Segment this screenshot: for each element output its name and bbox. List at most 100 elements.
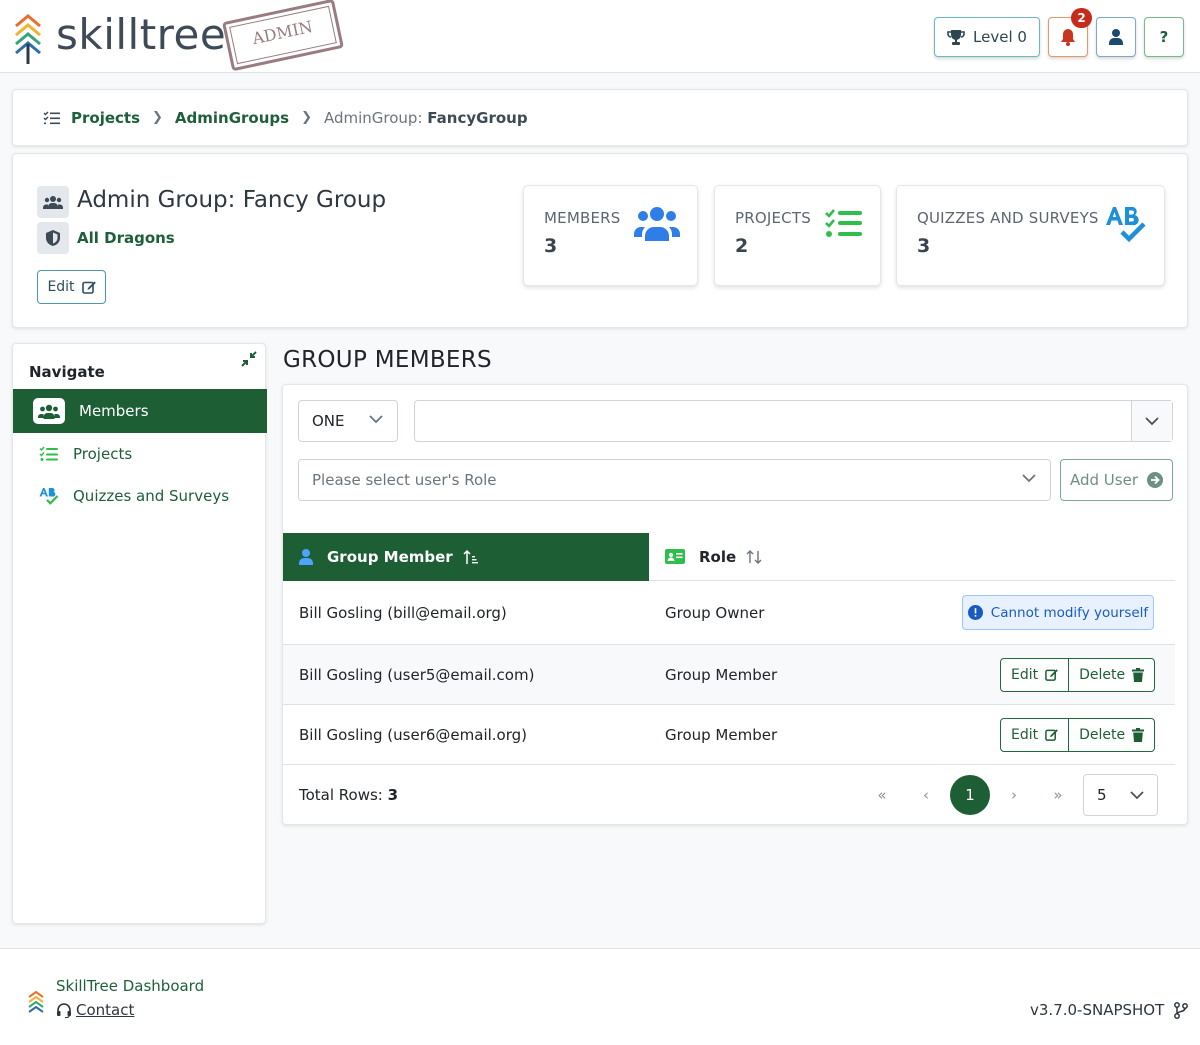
member-role: Group Owner: [665, 603, 765, 622]
mode-select[interactable]: ONE: [298, 400, 398, 442]
column-header-role[interactable]: Role: [649, 533, 1175, 581]
breadcrumb-current-prefix: AdminGroup:: [323, 108, 423, 127]
version-info: v3.7.0-SNAPSHOT: [1030, 1001, 1189, 1019]
edit-label: Edit: [1011, 666, 1039, 683]
role-select-placeholder: Please select user's Role: [312, 471, 497, 489]
page-footer: SkillTree Dashboard Contact v3.7.0-SNAPS…: [0, 948, 1200, 1045]
delete-member-button[interactable]: Delete: [1068, 658, 1154, 691]
total-rows: Total Rows: 3: [299, 786, 398, 804]
nav-title: Navigate: [29, 363, 105, 381]
collapse-icon[interactable]: [241, 351, 257, 367]
edit-icon: [1045, 669, 1058, 681]
member-name: Bill Gosling (bill@email.org): [299, 603, 507, 622]
page-size-select[interactable]: 5: [1083, 774, 1158, 816]
nav-item-quizzes[interactable]: Quizzes and Surveys: [13, 474, 267, 518]
list-check-icon: [43, 111, 60, 124]
chevron-down-icon: [1145, 416, 1159, 425]
nav-item-quizzes-label: Quizzes and Surveys: [73, 487, 230, 505]
footer-dashboard-link[interactable]: SkillTree Dashboard: [56, 977, 204, 995]
group-title: Admin Group: Fancy Group: [77, 187, 387, 213]
brand-name: skilltree: [56, 10, 227, 59]
next-page-icon[interactable]: ›: [994, 775, 1034, 815]
table-footer: Total Rows: 3 « ‹ 1 › » 5: [283, 765, 1175, 825]
skilltree-logo: [28, 991, 44, 1013]
edit-label: Edit: [1011, 726, 1039, 743]
edit-group-button[interactable]: Edit: [37, 270, 106, 304]
table-row: Bill Gosling (user6@email.org) Group Mem…: [283, 705, 1175, 765]
user-icon: [299, 549, 313, 565]
users-icon: [33, 398, 65, 424]
breadcrumb-current-name: FancyGroup: [427, 108, 528, 127]
total-rows-value: 3: [387, 786, 399, 804]
nav-item-members[interactable]: Members: [13, 389, 267, 433]
skilltree-logo[interactable]: [14, 14, 42, 64]
breadcrumb-admin-groups[interactable]: AdminGroups: [175, 109, 289, 127]
code-branch-icon: [1174, 1001, 1189, 1019]
breadcrumb: Projects ❯ AdminGroups ❯ AdminGroup: Fan…: [12, 89, 1188, 146]
stat-members-value: 3: [544, 235, 558, 257]
user-search-dropdown-toggle[interactable]: [1131, 401, 1172, 441]
stat-members-label: MEMBERS: [544, 209, 621, 227]
delete-label: Delete: [1079, 666, 1126, 683]
chevron-down-icon: [1130, 791, 1144, 800]
stat-projects-value: 2: [735, 235, 749, 257]
shield-icon: [37, 222, 69, 254]
level-label: Level 0: [973, 28, 1027, 46]
edit-icon: [1045, 729, 1058, 741]
group-members-card: ONE Please select user's Role Add User G…: [282, 384, 1188, 825]
table-row: Bill Gosling (bill@email.org) Group Owne…: [283, 581, 1175, 645]
section-title: GROUP MEMBERS: [283, 347, 492, 373]
last-page-icon[interactable]: »: [1038, 775, 1078, 815]
user-search-input[interactable]: [414, 400, 1173, 442]
role-select[interactable]: Please select user's Role: [298, 459, 1051, 501]
page-number-button[interactable]: 1: [950, 775, 990, 815]
group-subtitle: All Dragons: [77, 229, 175, 247]
info-circle-icon: [967, 605, 983, 620]
stat-projects-label: PROJECTS: [735, 209, 811, 227]
member-role: Group Member: [665, 725, 778, 744]
spellcheck-icon: [39, 487, 59, 505]
previous-page-icon[interactable]: ‹: [906, 775, 946, 815]
sort-icon: [746, 549, 762, 564]
chevron-down-icon: [1022, 474, 1036, 483]
chevron-right-icon: ❯: [152, 110, 163, 125]
breadcrumb-projects[interactable]: Projects: [71, 109, 140, 127]
group-header-card: Admin Group: Fancy Group All Dragons Edi…: [12, 153, 1188, 328]
add-user-button[interactable]: Add User: [1060, 459, 1173, 501]
nav-item-projects[interactable]: Projects: [13, 432, 267, 476]
trash-icon: [1132, 667, 1145, 682]
user-icon: [1109, 29, 1123, 45]
headset-icon: [57, 1002, 71, 1018]
trash-icon: [1132, 727, 1145, 742]
table-row: Bill Gosling (user5@email.com) Group Mem…: [283, 645, 1175, 705]
stat-quizzes-value: 3: [917, 235, 931, 257]
admin-stamp: ADMIN: [222, 0, 344, 72]
stat-projects: PROJECTS 2: [714, 185, 881, 286]
member-name: Bill Gosling (user6@email.org): [299, 725, 528, 744]
user-menu-button[interactable]: [1096, 17, 1136, 57]
level-button[interactable]: Level 0: [934, 17, 1040, 57]
navigation-sidebar: Navigate Members Projects Quizzes and Su…: [12, 343, 267, 924]
breadcrumb-current: AdminGroup: FancyGroup: [324, 109, 528, 127]
column-header-group-member[interactable]: Group Member: [283, 533, 649, 581]
edit-member-button[interactable]: Edit: [1001, 719, 1068, 751]
stat-quizzes-label: QUIZZES AND SURVEYS: [917, 209, 1099, 227]
users-icon: [634, 207, 680, 241]
trophy-icon: [947, 29, 965, 45]
cannot-modify-text: Cannot modify yourself: [990, 604, 1149, 621]
help-button[interactable]: ?: [1144, 17, 1184, 57]
edit-member-button[interactable]: Edit: [1001, 659, 1068, 691]
page-size-value: 5: [1097, 786, 1107, 804]
edit-label: Edit: [47, 279, 75, 295]
first-page-icon[interactable]: «: [862, 775, 902, 815]
chevron-right-icon: ❯: [301, 110, 312, 125]
footer-contact-link[interactable]: Contact: [56, 1001, 134, 1019]
spellcheck-icon: [1106, 206, 1146, 243]
nav-item-members-label: Members: [79, 402, 149, 420]
row-actions: Edit Delete: [1000, 657, 1156, 692]
checklist-icon: [39, 446, 58, 461]
contact-label: Contact: [76, 1001, 135, 1019]
checklist-icon: [825, 209, 862, 237]
delete-member-button[interactable]: Delete: [1068, 718, 1154, 751]
sort-ascending-icon: [463, 549, 478, 564]
